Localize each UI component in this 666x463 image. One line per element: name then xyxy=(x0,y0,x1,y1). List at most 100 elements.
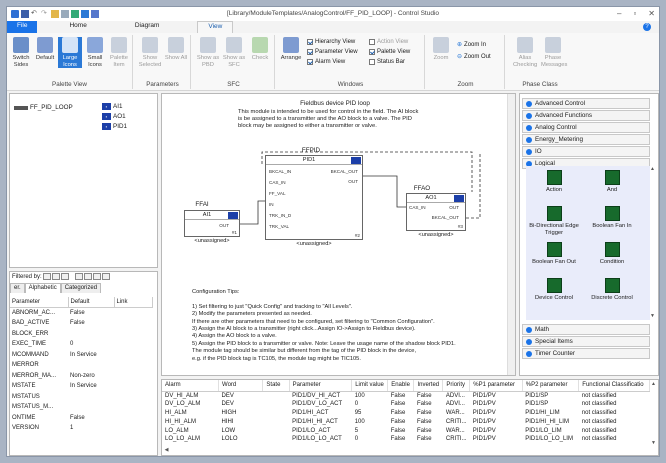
check-button[interactable]: Check xyxy=(248,37,272,62)
ao-cas-in-pin[interactable]: CAS_IN xyxy=(409,205,426,210)
ai-block[interactable]: AI1 OUT #1 <unassigned> xyxy=(184,210,240,244)
table-row[interactable]: HI_HI_ALM HIHI PID1/HI_HI_ACT 100 False False… xyxy=(162,417,650,426)
table-row[interactable]: ABNORM_AC... False xyxy=(10,308,153,319)
large-icons-button[interactable]: Large Icons xyxy=(58,37,82,68)
palette-item[interactable]: And xyxy=(586,170,638,194)
table-row[interactable]: DV_HI_ALM DEV PID1/DV_HI_ACT 100 False False A… xyxy=(162,391,650,400)
palette-category[interactable]: Math xyxy=(522,324,650,335)
pid-input-pin[interactable]: TRK_IN_D xyxy=(269,213,291,218)
filter-toggle[interactable] xyxy=(74,273,83,280)
pid-input-pin[interactable]: CAS_IN xyxy=(269,180,286,185)
zoom-in-button[interactable]: ⊕ Zoom In xyxy=(457,41,486,49)
show-all-button[interactable]: Show All xyxy=(164,37,188,62)
table-row[interactable]: MSTATE In Service xyxy=(10,381,153,392)
default-button[interactable]: Default xyxy=(33,37,57,62)
table-row[interactable]: MERROR xyxy=(10,360,153,371)
column-header[interactable]: Default xyxy=(68,297,115,308)
palette-item[interactable]: Bi-Directional Edge Trigger xyxy=(528,206,580,236)
show-selected-button[interactable]: Show Selected xyxy=(138,37,162,68)
column-header[interactable]: Parameter xyxy=(10,297,69,308)
pid-input-pin[interactable]: TRK_VAL xyxy=(269,224,289,229)
scroll-up-icon[interactable]: ▲ xyxy=(650,381,657,388)
tab-view[interactable]: View xyxy=(197,21,234,33)
tree-root[interactable]: FF_PID_LOOP xyxy=(14,104,73,111)
pid-output-pin[interactable]: BKCAL_OUT xyxy=(331,169,358,174)
scroll-down-icon[interactable]: ▼ xyxy=(649,313,656,320)
pid-input-pin[interactable]: FF_VAL xyxy=(269,191,286,196)
scroll-up-icon[interactable]: ▲ xyxy=(649,166,656,173)
phase-messages-button[interactable]: Phase Messages xyxy=(541,37,567,68)
pid-input-pin[interactable]: BKCAL_IN xyxy=(269,169,291,174)
restore-icon[interactable]: ▫ xyxy=(633,9,636,18)
minimize-icon[interactable]: – xyxy=(617,9,621,18)
column-header[interactable]: Enable xyxy=(387,380,415,392)
palette-item[interactable]: Discrete Control xyxy=(586,278,638,302)
zoom-button[interactable]: Zoom xyxy=(429,37,453,62)
table-row[interactable]: ONTIME False xyxy=(10,413,153,424)
palette-category[interactable]: Advanced Control xyxy=(522,98,650,109)
pid-block[interactable]: PID1 BKCAL_IN CAS_IN FF_VAL IN TRK_IN_D TRK_V… xyxy=(265,155,363,247)
diagram-scrollbar[interactable] xyxy=(507,94,515,375)
palette-category[interactable]: Advanced Functions xyxy=(522,110,650,121)
tree-item-ai1[interactable]: ▪ AI1 xyxy=(102,103,122,110)
tab-filter[interactable]: er. xyxy=(10,283,25,293)
ao-block[interactable]: AO1 CAS_IN OUT BKCAL_OUT #3 <unassigned> xyxy=(406,193,466,238)
table-row[interactable]: EXEC_TIME 0 xyxy=(10,339,153,350)
pid-output-pin[interactable]: OUT xyxy=(348,179,358,184)
table-row[interactable]: LO_LO_ALM LOLO PID1/LO_LO_ACT 0 False False CR… xyxy=(162,435,650,444)
tab-file[interactable]: File xyxy=(7,21,38,33)
diagram-canvas[interactable]: Fieldbus device PID loop This module is … xyxy=(161,93,516,376)
filter-toggle[interactable] xyxy=(42,273,51,280)
tab-alphabetic[interactable]: Alphabetic xyxy=(24,283,61,293)
hierarchy-view-check[interactable]: Hierarchy View xyxy=(307,39,355,45)
table-row[interactable]: MCOMMAND In Service xyxy=(10,350,153,361)
alarm-view-check[interactable]: Alarm View xyxy=(307,59,345,65)
column-header[interactable]: Inverted xyxy=(413,380,444,392)
show-as-sfc-button[interactable]: Show as SFC xyxy=(222,37,246,68)
arrange-button[interactable]: Arrange xyxy=(279,37,303,62)
table-row[interactable]: DV_LO_ALM DEV PID1/DV_LO_ACT 0 False False ADV… xyxy=(162,400,650,409)
ai-out-pin[interactable]: OUT xyxy=(219,223,229,228)
tree-item-ao1[interactable]: ▪ AO1 xyxy=(102,113,126,120)
table-row[interactable]: BAD_ACTIVE False xyxy=(10,318,153,329)
scroll-down-icon[interactable]: ▼ xyxy=(650,440,657,447)
tab-categorized[interactable]: Categorized xyxy=(60,283,102,293)
column-header[interactable]: State xyxy=(262,380,290,392)
filter-toggle[interactable] xyxy=(60,273,69,280)
palette-item-button[interactable]: Palette Item xyxy=(107,37,131,68)
palette-item[interactable]: Boolean Fan Out xyxy=(528,242,580,266)
column-header[interactable]: Word xyxy=(218,380,264,392)
ao-out-pin[interactable]: OUT xyxy=(449,205,459,210)
palette-category[interactable]: Special Items xyxy=(522,336,650,347)
filter-toggle[interactable] xyxy=(83,273,92,280)
tab-home[interactable]: Home xyxy=(59,21,96,33)
tab-diagram[interactable]: Diagram xyxy=(125,21,170,33)
palette-category[interactable]: Timer Counter xyxy=(522,348,650,359)
status-bar-check[interactable]: Status Bar xyxy=(369,59,405,65)
alias-checking-button[interactable]: Alias Checking xyxy=(513,37,537,68)
column-header[interactable]: Functional Classificatio xyxy=(578,380,650,392)
filter-toggle[interactable] xyxy=(101,273,110,280)
scroll-left-icon[interactable]: ◀ xyxy=(163,447,170,454)
filter-toggle[interactable] xyxy=(92,273,101,280)
column-header[interactable]: Limit value xyxy=(351,380,389,392)
help-icon[interactable]: ? xyxy=(643,23,651,31)
table-row[interactable]: VERSION 1 xyxy=(10,423,153,434)
palette-item[interactable]: Action xyxy=(528,170,580,194)
table-row[interactable]: MSTATUS xyxy=(10,392,153,403)
table-row[interactable]: HI_ALM HIGH PID1/HI_ACT 95 False False WAR... P… xyxy=(162,409,650,418)
column-header[interactable]: Priority xyxy=(442,380,471,392)
palette-item[interactable]: Device Control xyxy=(528,278,580,302)
palette-category[interactable]: Analog Control xyxy=(522,122,650,133)
ao-bkcal-out-pin[interactable]: BKCAL_OUT xyxy=(432,215,459,220)
small-icons-button[interactable]: Small Icons xyxy=(83,37,107,68)
show-as-pbd-button[interactable]: Show as PBD xyxy=(196,37,220,68)
column-header[interactable]: Alarm xyxy=(162,380,220,392)
column-header[interactable]: Link xyxy=(114,297,153,308)
palette-category[interactable]: Energy_Metering xyxy=(522,134,650,145)
palette-category[interactable]: IO xyxy=(522,146,650,157)
pid-input-pin[interactable]: IN xyxy=(269,202,274,207)
table-row[interactable]: MERROR_MA... Non-zero xyxy=(10,371,153,382)
close-icon[interactable]: ✕ xyxy=(648,9,655,18)
zoom-out-button[interactable]: ⊖ Zoom Out xyxy=(457,53,491,61)
